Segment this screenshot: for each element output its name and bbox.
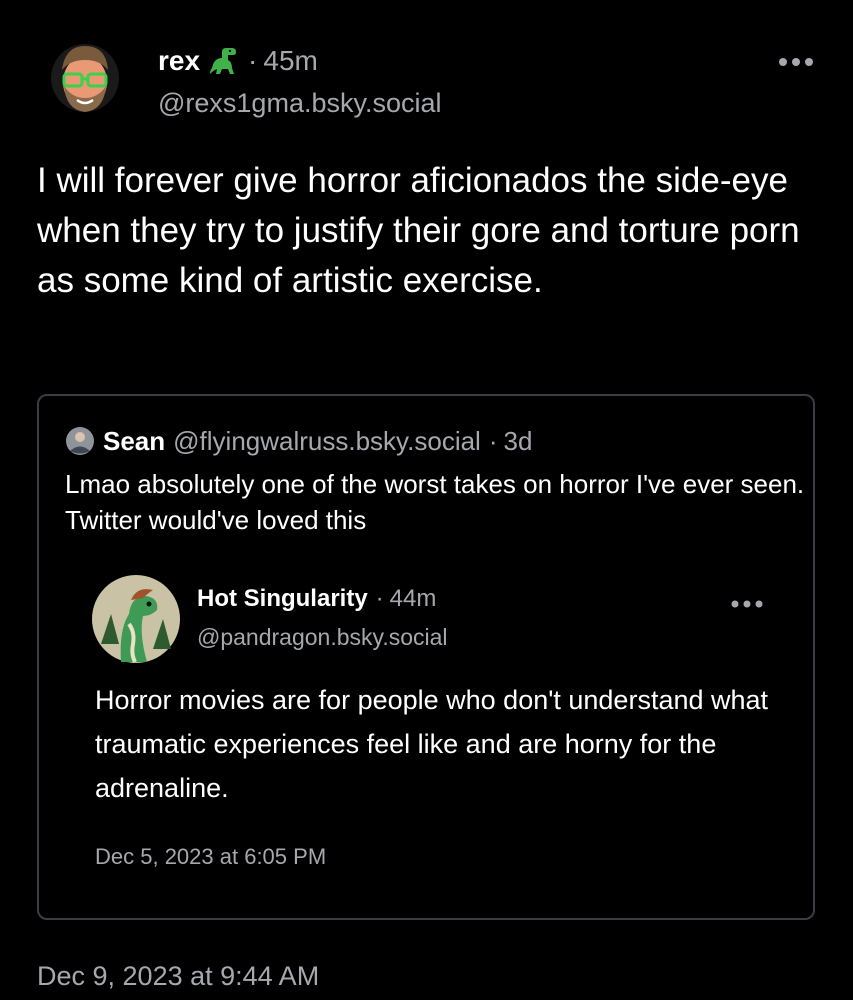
dot-separator: · bbox=[375, 585, 384, 612]
author-handle[interactable]: @rexs1gma.bsky.social bbox=[158, 86, 442, 120]
author-name[interactable]: rex bbox=[158, 44, 200, 78]
dot-separator: · bbox=[248, 45, 258, 76]
embedded-author-name[interactable]: Hot Singularity bbox=[197, 584, 368, 614]
embedded-author-avatar[interactable] bbox=[91, 574, 181, 664]
ellipsis-icon[interactable] bbox=[729, 596, 765, 612]
quote-author-name: Sean bbox=[103, 426, 166, 456]
author-line: rex · 45m bbox=[158, 44, 318, 78]
quote-text: Lmao absolutely one of the worst takes o… bbox=[65, 469, 805, 535]
quote-header: Sean @flyingwalruss.bsky.social · 3d bbox=[65, 424, 532, 458]
post-time-ago[interactable]: 45m bbox=[263, 44, 317, 78]
post-date: Dec 9, 2023 at 9:44 AM bbox=[37, 961, 320, 991]
post-text: I will forever give horror aficionados t… bbox=[37, 161, 800, 300]
embedded-author-handle[interactable]: @pandragon.bsky.social bbox=[197, 622, 448, 652]
embedded-author-line: Hot Singularity · 44m bbox=[197, 584, 436, 614]
dot-separator: · bbox=[488, 426, 498, 456]
post: rex · 45m @rexs1gma.bsky.social I will f… bbox=[0, 0, 853, 1000]
embedded-date: Dec 5, 2023 at 6:05 PM bbox=[95, 844, 327, 869]
quote-time-ago: 3d bbox=[503, 426, 533, 456]
quoted-post[interactable]: Sean @flyingwalruss.bsky.social · 3d Lma… bbox=[37, 394, 815, 920]
ellipsis-icon[interactable] bbox=[776, 52, 816, 72]
embedded-time-ago[interactable]: 44m bbox=[390, 584, 437, 614]
quote-author-handle: @flyingwalruss.bsky.social bbox=[173, 426, 481, 456]
author-avatar[interactable] bbox=[50, 40, 120, 116]
quote-author-avatar bbox=[66, 427, 94, 455]
dinosaur-icon bbox=[210, 48, 237, 74]
embedded-text: Horror movies are for people who don't u… bbox=[95, 685, 769, 803]
